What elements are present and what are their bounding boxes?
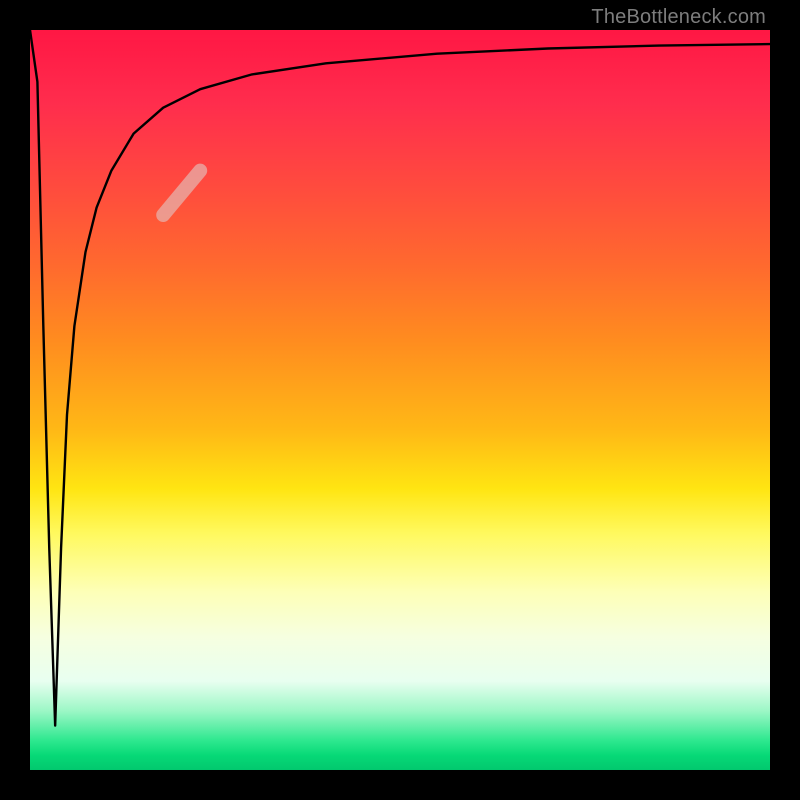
watermark-text: TheBottleneck.com	[591, 6, 766, 29]
chart-frame: TheBottleneck.com	[0, 0, 800, 800]
curve-svg	[30, 30, 770, 770]
curve-highlight	[163, 171, 200, 215]
bottleneck-curve	[30, 30, 770, 726]
plot-area	[30, 30, 770, 770]
